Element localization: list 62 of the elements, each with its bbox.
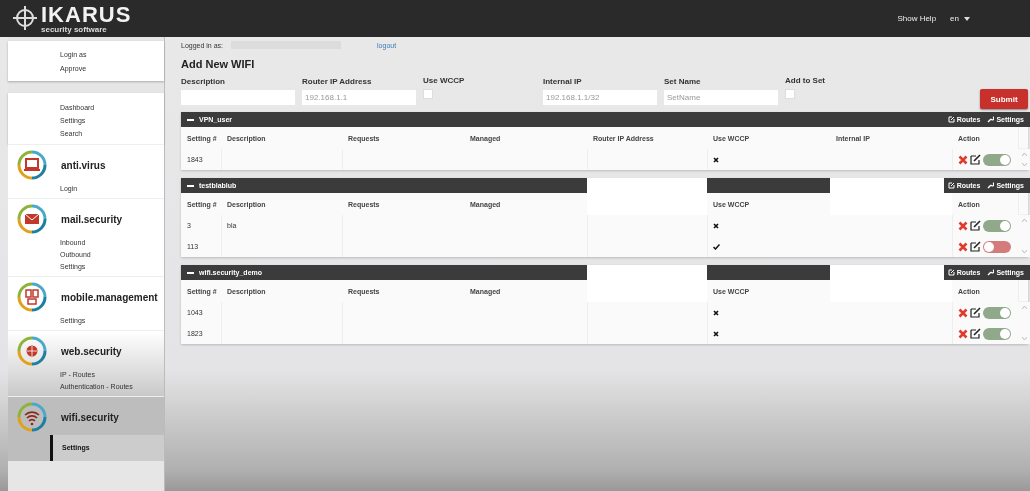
devices-icon [16,281,48,313]
wrench-icon [987,269,995,276]
wrench-icon [987,182,995,189]
submit-button[interactable]: Submit [980,89,1028,109]
delete-icon[interactable] [958,154,968,165]
scroll-down-icon[interactable] [1021,163,1027,166]
wifi-icon [16,401,48,433]
field-label: Set Name [664,77,702,86]
input-field[interactable] [181,90,295,105]
delete-icon[interactable] [958,220,968,231]
toggle-switch[interactable] [983,219,1011,232]
show-help-link[interactable]: Show Help [897,14,937,23]
globe-icon [16,335,48,367]
edit-icon[interactable] [970,154,981,165]
toggle-switch[interactable] [983,306,1011,319]
checkbox[interactable] [785,89,795,99]
edit-icon [947,116,955,123]
product-title[interactable]: anti.virus [61,159,106,171]
scroll-down-icon[interactable] [1021,250,1027,253]
logo-subtitle: security software [41,25,108,34]
edit-icon[interactable] [970,241,981,252]
checkbox[interactable] [423,89,433,99]
product-title[interactable]: web.security [61,345,122,357]
form-title: Add New WIFI [181,58,256,70]
collapse-icon[interactable] [187,184,194,187]
delete-icon[interactable] [958,307,968,318]
edit-icon [947,269,955,276]
envelope-icon [16,203,48,235]
field-label: Add to Set [785,76,826,85]
edit-icon[interactable] [970,328,981,339]
collapse-icon[interactable] [187,271,194,274]
toggle-switch[interactable] [983,240,1011,253]
caret-icon [964,16,970,21]
edit-icon [947,182,955,189]
edit-icon[interactable] [970,220,981,231]
field-label: Internal IP [543,77,583,86]
scrollbar[interactable] [1018,215,1030,257]
field-label: Use WCCP [423,76,466,85]
wrench-icon [987,116,995,123]
scroll-up-icon[interactable] [1021,153,1027,156]
scroll-up-icon[interactable] [1021,219,1027,222]
laptop-icon [16,149,48,181]
product-title[interactable]: mail.security [61,213,123,225]
scroll-down-icon[interactable] [1021,337,1027,340]
scrollbar[interactable] [1018,149,1030,170]
logo-title: IKARUS [41,3,132,26]
language-dropdown[interactable]: en [950,14,970,23]
field-label: Router IP Address [302,77,373,86]
toggle-switch[interactable] [983,327,1011,340]
scrollbar[interactable] [1018,302,1030,344]
input-field[interactable]: SetName [664,90,778,105]
delete-icon[interactable] [958,241,968,252]
input-field[interactable]: 192.168.1.1 [302,90,416,105]
field-label: Description [181,77,226,86]
delete-icon[interactable] [958,328,968,339]
product-title[interactable]: wifi.security [61,411,119,423]
toggle-switch[interactable] [983,153,1011,166]
collapse-icon[interactable] [187,118,194,121]
input-field[interactable]: 192.168.1.1/32 [543,90,657,105]
edit-icon[interactable] [970,307,981,318]
scroll-up-icon[interactable] [1021,306,1027,309]
product-title[interactable]: mobile.management [61,291,158,303]
